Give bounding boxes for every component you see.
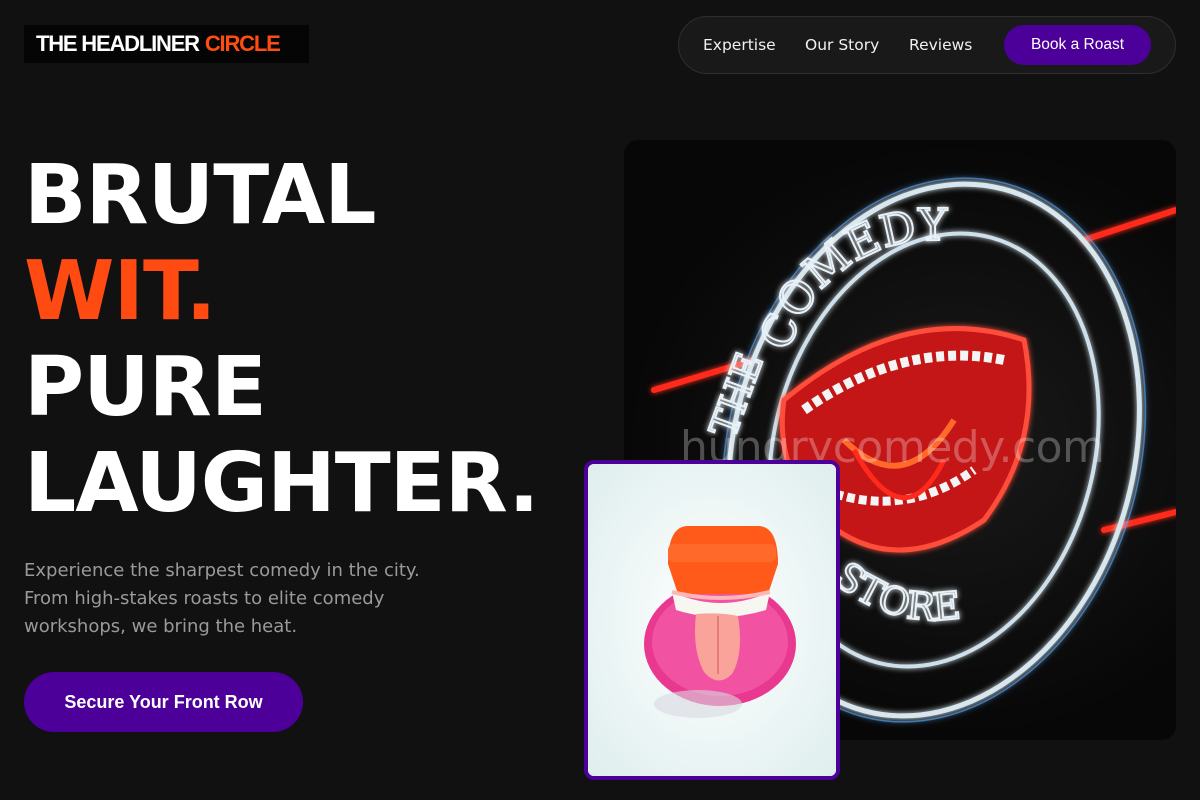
wind-up-teeth-icon [588, 464, 836, 776]
book-a-roast-button[interactable]: Book a Roast [1004, 25, 1151, 65]
brand-logo[interactable]: THE HEADLINER CIRCLE [24, 25, 309, 63]
hero-line-3: PURE [24, 340, 267, 435]
brand-name-part1: THE HEADLINER [36, 31, 200, 56]
nav-link-reviews[interactable]: Reviews [909, 36, 972, 54]
nav-link-our-story[interactable]: Our Story [805, 36, 879, 54]
hero-headline: BRUTAL WIT. PURE LAUGHTER. [24, 148, 539, 532]
hero-line-4: LAUGHTER. [24, 436, 539, 531]
hero-line-2: WIT. [24, 244, 217, 339]
hero-line-1: BRUTAL [24, 148, 377, 243]
neon-text-bottom: STORE [827, 553, 963, 630]
teeth-photo-card [584, 460, 840, 780]
main-nav: Expertise Our Story Reviews Book a Roast [678, 16, 1176, 74]
brand-name-part2: CIRCLE [204, 31, 281, 56]
hero-subtext: Experience the sharpest comedy in the ci… [24, 560, 420, 637]
secure-front-row-button[interactable]: Secure Your Front Row [24, 672, 303, 732]
nav-link-expertise[interactable]: Expertise [703, 36, 776, 54]
